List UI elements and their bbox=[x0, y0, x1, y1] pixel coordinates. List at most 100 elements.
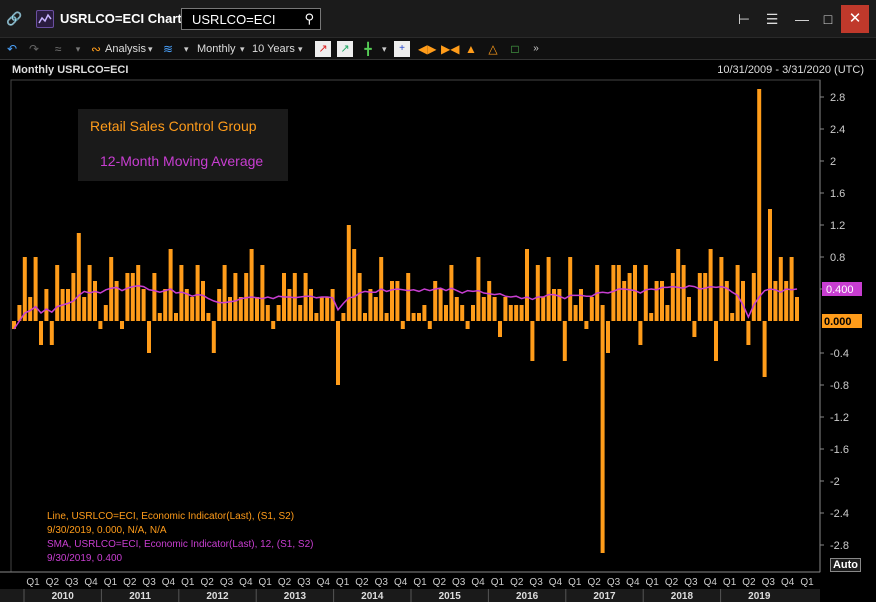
bar bbox=[120, 321, 124, 329]
x-quarter-label: Q3 bbox=[375, 577, 389, 588]
legend-series-bar: Retail Sales Control Group bbox=[90, 118, 257, 134]
bar bbox=[287, 289, 292, 321]
bar bbox=[627, 273, 632, 321]
sma-last-value-label: 0.400 bbox=[826, 284, 854, 296]
bar bbox=[503, 297, 508, 321]
bar bbox=[584, 321, 589, 329]
bar bbox=[341, 313, 346, 321]
bar bbox=[449, 265, 454, 321]
x-quarter-label: Q4 bbox=[84, 577, 98, 588]
x-year-label: 2011 bbox=[129, 591, 151, 602]
x-quarter-label: Q4 bbox=[549, 577, 563, 588]
bar bbox=[557, 289, 562, 321]
bar bbox=[217, 289, 222, 321]
x-quarter-label: Q1 bbox=[491, 577, 505, 588]
bar bbox=[55, 265, 60, 321]
info-line1-label: Line, USRLCO=ECI, Economic Indicator(Las… bbox=[47, 511, 295, 522]
bar bbox=[39, 321, 43, 345]
x-quarter-label: Q3 bbox=[452, 577, 466, 588]
bar bbox=[492, 297, 497, 321]
bar bbox=[76, 233, 81, 321]
info-line1-value: 9/30/2019, 0.000, N/A, N/A bbox=[47, 525, 167, 536]
x-quarter-label: Q4 bbox=[471, 577, 485, 588]
x-quarter-label: Q4 bbox=[704, 577, 718, 588]
y-tick-label: -2 bbox=[830, 476, 840, 488]
bar bbox=[481, 297, 486, 321]
bar bbox=[768, 209, 772, 321]
bar bbox=[460, 305, 465, 321]
bar bbox=[508, 305, 513, 321]
bar bbox=[438, 289, 443, 321]
bar bbox=[201, 281, 205, 321]
x-quarter-label: Q2 bbox=[433, 577, 447, 588]
bar bbox=[98, 321, 103, 329]
bar bbox=[363, 313, 367, 321]
x-quarter-label: Q1 bbox=[336, 577, 350, 588]
bar bbox=[211, 321, 216, 353]
bar bbox=[400, 321, 405, 329]
x-quarter-label: Q1 bbox=[568, 577, 582, 588]
bar bbox=[697, 273, 702, 321]
bar bbox=[222, 265, 227, 321]
y-tick-label: 2.4 bbox=[830, 124, 845, 136]
bar bbox=[411, 313, 416, 321]
bar bbox=[174, 313, 178, 321]
bar bbox=[390, 281, 394, 321]
x-quarter-label: Q4 bbox=[239, 577, 253, 588]
bar bbox=[638, 321, 643, 345]
bar bbox=[778, 257, 783, 321]
bar bbox=[66, 289, 70, 321]
bar bbox=[163, 289, 168, 321]
bar bbox=[546, 257, 551, 321]
x-quarter-label: Q4 bbox=[162, 577, 176, 588]
x-quarter-label: Q3 bbox=[762, 577, 776, 588]
bar bbox=[643, 265, 648, 321]
bar bbox=[228, 297, 232, 321]
bar bbox=[746, 321, 751, 345]
x-year-label: 2014 bbox=[361, 591, 384, 602]
bar bbox=[233, 273, 238, 321]
x-quarter-label: Q1 bbox=[413, 577, 427, 588]
bar bbox=[33, 257, 38, 321]
x-quarter-label: Q2 bbox=[510, 577, 524, 588]
bar bbox=[773, 281, 778, 321]
y-tick-label: -2.4 bbox=[830, 508, 849, 520]
x-quarter-label: Q2 bbox=[742, 577, 756, 588]
bar bbox=[136, 265, 141, 321]
bar bbox=[519, 305, 524, 321]
bar bbox=[487, 281, 492, 321]
bar bbox=[249, 249, 254, 321]
x-year-label: 2018 bbox=[671, 591, 694, 602]
x-quarter-label: Q2 bbox=[278, 577, 292, 588]
bar bbox=[346, 225, 351, 321]
x-quarter-label: Q2 bbox=[123, 577, 137, 588]
y-tick-label: 2.8 bbox=[830, 92, 845, 104]
bar bbox=[444, 305, 448, 321]
bar bbox=[336, 321, 340, 385]
x-year-label: 2017 bbox=[593, 591, 616, 602]
bar bbox=[417, 313, 421, 321]
bar bbox=[579, 289, 583, 321]
bar bbox=[600, 305, 605, 321]
bar bbox=[238, 297, 243, 321]
bar bbox=[751, 273, 756, 321]
bar bbox=[427, 321, 432, 329]
x-quarter-label: Q3 bbox=[220, 577, 234, 588]
x-quarter-label: Q3 bbox=[607, 577, 621, 588]
y-tick-label: -1.2 bbox=[830, 412, 849, 424]
bar bbox=[649, 313, 654, 321]
x-quarter-label: Q3 bbox=[142, 577, 156, 588]
bar bbox=[433, 281, 438, 321]
bar bbox=[622, 281, 627, 321]
x-quarter-label: Q1 bbox=[104, 577, 118, 588]
bar bbox=[692, 321, 697, 337]
x-quarter-label: Q3 bbox=[297, 577, 311, 588]
x-quarter-label: Q4 bbox=[394, 577, 408, 588]
bar bbox=[271, 321, 276, 329]
bar bbox=[541, 297, 546, 321]
x-quarter-label: Q2 bbox=[46, 577, 60, 588]
year-band bbox=[0, 589, 820, 602]
x-year-label: 2015 bbox=[439, 591, 462, 602]
auto-scale-button[interactable]: Auto bbox=[830, 558, 861, 572]
y-tick-label: 0.8 bbox=[830, 252, 845, 264]
